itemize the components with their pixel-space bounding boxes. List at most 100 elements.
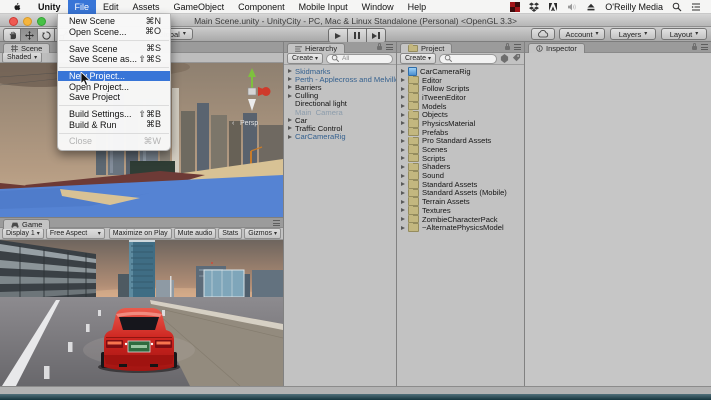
menubar-item-component[interactable]: Component <box>231 0 292 14</box>
panel-menu-icon[interactable] <box>514 44 521 50</box>
hierarchy-item-culling[interactable]: Culling <box>284 92 396 100</box>
expand-arrow-icon[interactable] <box>401 130 405 134</box>
project-item-standard-assets[interactable]: Standard Assets <box>397 180 524 189</box>
menubar-item-assets[interactable]: Assets <box>126 0 167 14</box>
project-item-standard-assets-mobile[interactable]: Standard Assets (Mobile) <box>397 189 524 198</box>
spotlight-search-icon[interactable] <box>672 2 682 12</box>
tab-game[interactable]: Game <box>3 219 50 229</box>
panel-menu-icon[interactable] <box>386 44 393 50</box>
expand-arrow-icon[interactable] <box>288 85 292 89</box>
hierarchy-search-input[interactable]: All <box>326 54 393 64</box>
menu-item-build-run[interactable]: Build & Run⌘B <box>58 119 170 130</box>
menubar-item-unity[interactable]: Unity <box>31 0 68 14</box>
menubar-item-gameobject[interactable]: GameObject <box>167 0 232 14</box>
project-item-follow-scripts[interactable]: Follow Scripts <box>397 84 524 93</box>
tab-inspector[interactable]: Inspector <box>528 43 585 53</box>
hierarchy-item-skidmarks[interactable]: Skidmarks <box>284 67 396 75</box>
panel-menu-icon[interactable] <box>273 220 280 226</box>
menu-item-save-project[interactable]: Save Project <box>58 92 170 103</box>
menu-item-open-project[interactable]: Open Project... <box>58 81 170 92</box>
game-button-stats[interactable]: Stats <box>218 228 242 239</box>
menubar-item-help[interactable]: Help <box>401 0 434 14</box>
expand-arrow-icon[interactable] <box>401 139 405 143</box>
hierarchy-item-barriers[interactable]: Barriers <box>284 83 396 91</box>
expand-arrow-icon[interactable] <box>401 113 405 117</box>
hierarchy-item-car[interactable]: Car <box>284 116 396 124</box>
adobe-icon[interactable] <box>548 2 558 12</box>
expand-arrow-icon[interactable] <box>401 87 405 91</box>
project-item-zombiecharacterpack[interactable]: ZombieCharacterPack <box>397 215 524 224</box>
hierarchy-item-traffic-control[interactable]: Traffic Control <box>284 124 396 132</box>
hierarchy-item-perth-applecross-and-melville[interactable]: Perth - Applecross and Melville <box>284 75 396 83</box>
rotate-tool-button[interactable] <box>38 28 55 42</box>
project-item-objects[interactable]: Objects <box>397 110 524 119</box>
panel-menu-icon[interactable] <box>701 44 708 50</box>
menubar-item-window[interactable]: Window <box>355 0 401 14</box>
menu-item-close[interactable]: Close⌘W <box>58 136 170 147</box>
pause-button[interactable] <box>348 28 367 43</box>
project-item-models[interactable]: Models <box>397 102 524 111</box>
expand-arrow-icon[interactable] <box>401 95 405 99</box>
project-item-textures[interactable]: Textures <box>397 206 524 215</box>
menu-item-new-scene[interactable]: New Scene⌘N <box>58 16 170 27</box>
project-item-scenes[interactable]: Scenes <box>397 145 524 154</box>
volume-muted-icon[interactable] <box>567 2 577 12</box>
menubar-user-label[interactable]: O'Reilly Media <box>605 2 663 12</box>
expand-arrow-icon[interactable] <box>401 208 405 212</box>
project-item-shaders[interactable]: Shaders <box>397 163 524 172</box>
project-item-terrain-assets[interactable]: Terrain Assets <box>397 197 524 206</box>
aspect-dropdown[interactable]: Free Aspect▾ <box>46 228 105 239</box>
cloud-services-button[interactable] <box>531 28 555 40</box>
tab-project[interactable]: Project <box>400 43 452 53</box>
hierarchy-item-carcamerarig[interactable]: CarCameraRig <box>284 133 396 141</box>
expand-arrow-icon[interactable] <box>401 217 405 221</box>
hierarchy-create-button[interactable]: Create▾ <box>287 53 323 64</box>
project-item-physicsmaterial[interactable]: PhysicsMaterial <box>397 119 524 128</box>
expand-arrow-icon[interactable] <box>288 135 292 139</box>
expand-arrow-icon[interactable] <box>401 156 405 160</box>
lock-icon[interactable] <box>505 46 510 50</box>
project-item-carcamerarig[interactable]: CarCameraRig <box>397 67 524 76</box>
lock-icon[interactable] <box>692 46 697 50</box>
notification-center-icon[interactable] <box>691 2 701 12</box>
expand-arrow-icon[interactable] <box>288 126 292 130</box>
project-item-scripts[interactable]: Scripts <box>397 154 524 163</box>
menubar-item-edit[interactable]: Edit <box>96 0 126 14</box>
game-button-mute-audio[interactable]: Mute audio <box>174 228 217 239</box>
layers-dropdown[interactable]: Layers▾ <box>610 28 656 40</box>
expand-arrow-icon[interactable] <box>401 78 405 82</box>
hand-tool-button[interactable] <box>3 28 21 42</box>
move-tool-button[interactable] <box>21 28 38 42</box>
project-item-prefabs[interactable]: Prefabs <box>397 128 524 137</box>
project-create-button[interactable]: Create▾ <box>400 53 436 64</box>
display-dropdown[interactable]: Display 1▾ <box>2 228 44 239</box>
menu-item-open-scene[interactable]: Open Scene...⌘O <box>58 27 170 38</box>
project-search-input[interactable] <box>439 54 497 64</box>
expand-arrow-icon[interactable] <box>401 191 405 195</box>
expand-arrow-icon[interactable] <box>401 200 405 204</box>
game-button-maximize-on-play[interactable]: Maximize on Play <box>109 228 172 239</box>
shading-mode-dropdown[interactable]: Shaded▾ <box>2 52 42 63</box>
expand-arrow-icon[interactable] <box>401 182 405 186</box>
account-dropdown[interactable]: Account▾ <box>559 28 605 40</box>
apple-icon[interactable] <box>12 2 21 11</box>
step-button[interactable] <box>367 28 386 43</box>
play-button[interactable] <box>328 28 348 43</box>
tab-hierarchy[interactable]: Hierarchy <box>287 43 345 53</box>
lock-icon[interactable] <box>377 46 382 50</box>
project-item-itweeneditor[interactable]: iTweenEditor <box>397 93 524 102</box>
project-item-editor[interactable]: Editor <box>397 76 524 85</box>
project-item-sound[interactable]: Sound <box>397 171 524 180</box>
game-viewport[interactable] <box>0 240 283 386</box>
expand-arrow-icon[interactable] <box>401 121 405 125</box>
screen-grid-icon[interactable] <box>510 2 520 12</box>
menu-item-save-scene-as[interactable]: Save Scene as...⇧⌘S <box>58 54 170 65</box>
menu-item-new-project[interactable]: New Project... <box>58 71 170 82</box>
menubar-item-file[interactable]: File <box>68 0 97 14</box>
expand-arrow-icon[interactable] <box>288 94 292 98</box>
search-by-type-icon[interactable] <box>500 54 509 63</box>
expand-arrow-icon[interactable] <box>401 69 405 73</box>
dropbox-icon[interactable] <box>529 2 539 12</box>
hierarchy-item-directional-light[interactable]: Directional light <box>284 100 396 108</box>
project-item-pro-standard-assets[interactable]: Pro Standard Assets <box>397 137 524 146</box>
